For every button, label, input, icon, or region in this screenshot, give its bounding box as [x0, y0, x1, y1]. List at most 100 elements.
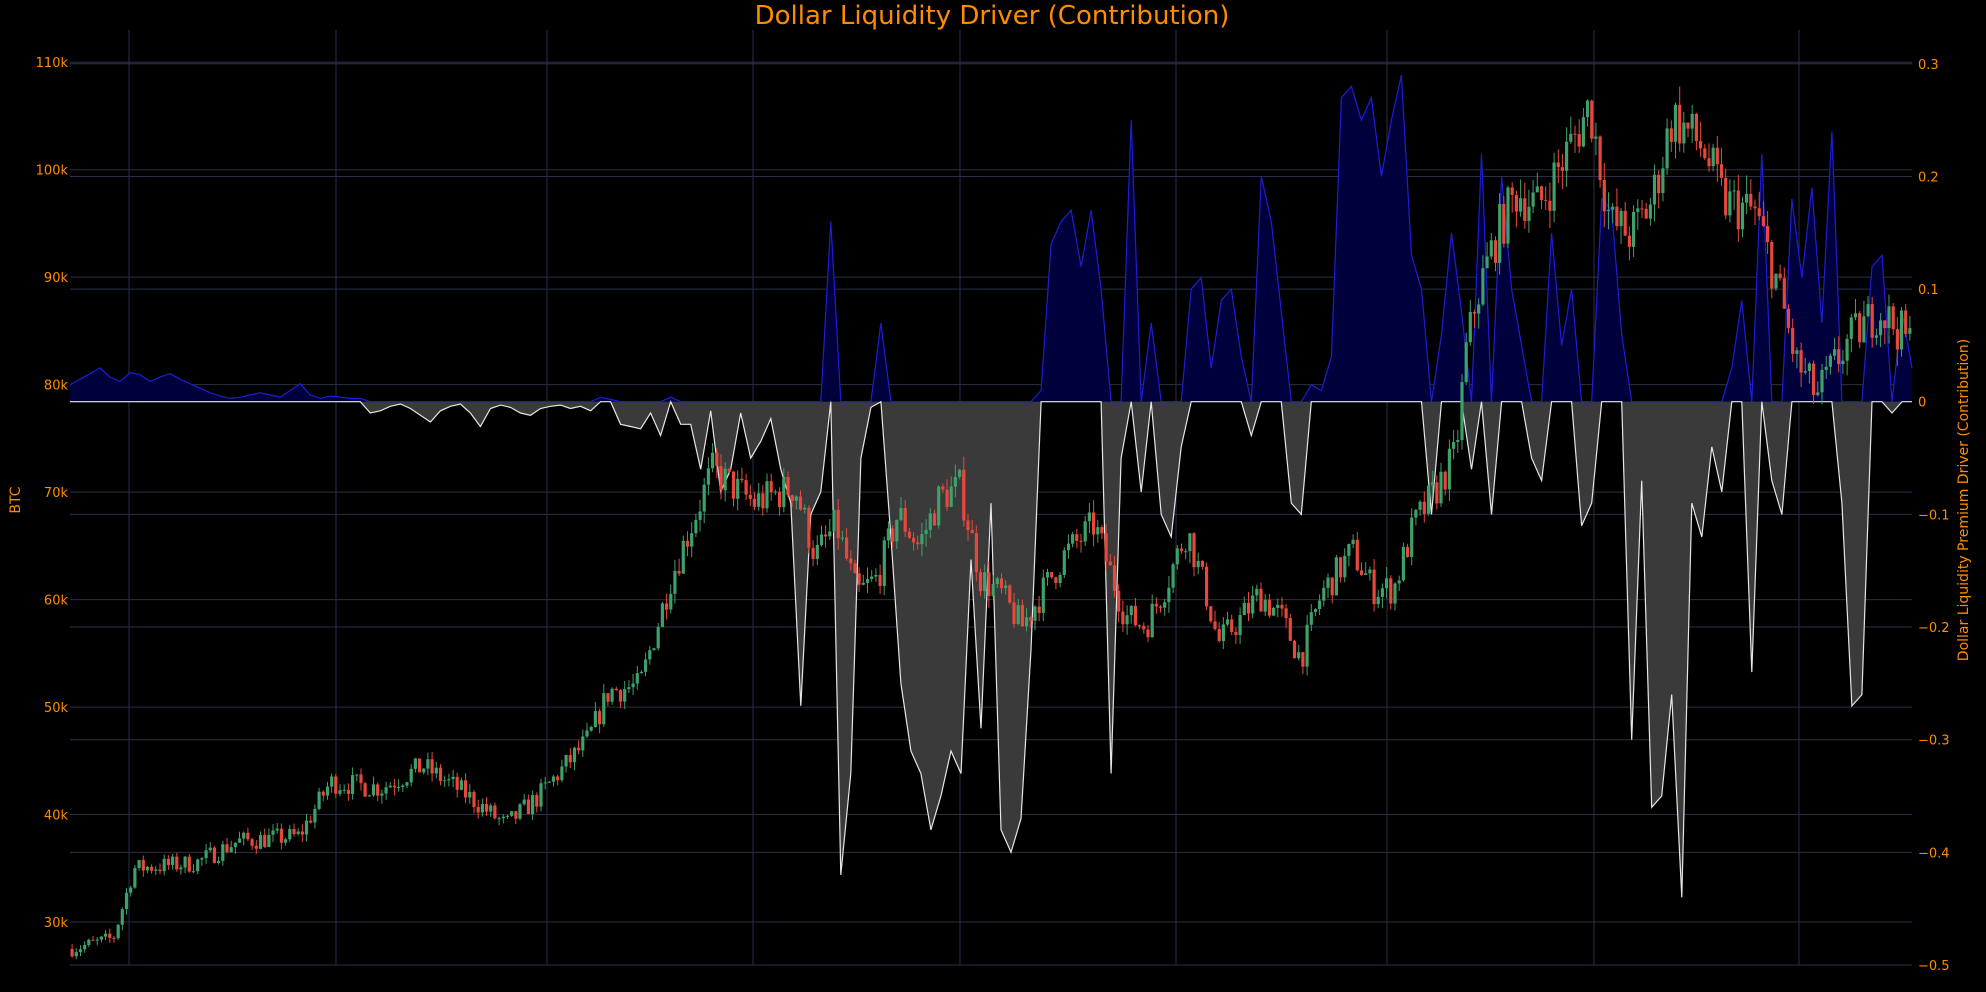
- candle-up: [1636, 208, 1640, 212]
- candle-down: [878, 575, 882, 586]
- candle-up: [434, 767, 438, 774]
- candle-down: [1523, 198, 1527, 221]
- candle-down: [1715, 147, 1719, 165]
- candle-up: [380, 793, 384, 796]
- candle-down: [1640, 208, 1644, 210]
- candle-down: [1669, 128, 1673, 142]
- candle-up: [1552, 162, 1556, 211]
- candle-up: [267, 834, 271, 847]
- candle-down: [1502, 203, 1506, 244]
- candle-up: [1845, 338, 1849, 361]
- candle-up: [296, 831, 300, 834]
- candle-down: [752, 498, 757, 507]
- candle-up: [497, 818, 501, 820]
- candle-up: [1632, 211, 1636, 247]
- candle-up: [1824, 366, 1828, 370]
- candle-up: [1481, 268, 1485, 305]
- candle-up: [702, 484, 706, 512]
- candle-up: [1221, 624, 1225, 642]
- candle-down: [811, 547, 815, 559]
- candle-down: [1154, 603, 1158, 607]
- candle-up: [1045, 572, 1050, 578]
- candle-down: [1012, 602, 1016, 624]
- candle-up: [1673, 104, 1678, 142]
- candle-up: [1565, 141, 1569, 171]
- candle-down: [1075, 534, 1079, 541]
- candle-down: [526, 799, 530, 814]
- candle-up: [1196, 560, 1200, 568]
- candle-up: [928, 513, 932, 530]
- candle-up: [832, 509, 836, 532]
- candle-down: [1284, 608, 1288, 618]
- candle-up: [95, 939, 99, 941]
- candle-up: [1276, 604, 1280, 608]
- candle-up: [367, 795, 371, 797]
- candle-down: [945, 489, 949, 507]
- candle-down: [715, 452, 719, 466]
- candle-up: [1468, 312, 1472, 343]
- candle-up: [547, 781, 551, 783]
- candle-up: [920, 534, 924, 545]
- candle-down: [1037, 606, 1041, 613]
- candle-up: [1313, 609, 1318, 613]
- candle-up: [1347, 544, 1351, 556]
- candle-up: [1853, 313, 1858, 318]
- candle-down: [1837, 349, 1841, 365]
- candle-up: [723, 468, 727, 491]
- candle-up: [1874, 335, 1878, 338]
- candle-up: [953, 476, 957, 487]
- candle-down: [1435, 482, 1439, 504]
- candle-down: [376, 784, 380, 796]
- candle-down: [786, 477, 790, 496]
- candle-up: [284, 839, 288, 843]
- candle-down: [916, 542, 920, 545]
- right-tick-label: −0.1: [1918, 508, 1950, 523]
- candle-up: [99, 936, 103, 940]
- candle-up: [200, 858, 204, 860]
- candle-down: [744, 480, 748, 495]
- left-tick-label: 90k: [44, 271, 69, 286]
- candle-up: [1263, 599, 1267, 612]
- right-tick-label: −0.3: [1918, 734, 1950, 749]
- candle-up: [828, 531, 832, 537]
- candle-up: [413, 758, 417, 769]
- candle-up: [120, 909, 124, 925]
- candle-up: [899, 508, 903, 521]
- candle-up: [1535, 186, 1539, 193]
- candle-down: [112, 937, 116, 939]
- candle-up: [673, 571, 677, 594]
- candle-up: [1611, 206, 1615, 210]
- candle-up: [861, 582, 865, 585]
- candle-down: [962, 469, 966, 521]
- candle-up: [1062, 550, 1066, 575]
- candle-up: [1464, 342, 1468, 383]
- candle-up: [660, 603, 664, 627]
- candle-up: [757, 493, 761, 507]
- candle-up: [1418, 501, 1422, 510]
- candle-up: [1309, 612, 1313, 625]
- candle-down: [1753, 206, 1757, 209]
- candle-down: [1209, 606, 1213, 622]
- candle-down: [1678, 104, 1682, 144]
- candle-up: [238, 838, 242, 843]
- candle-down: [1280, 604, 1284, 609]
- candle-down: [1644, 208, 1648, 219]
- candle-down: [974, 533, 978, 573]
- candle-down: [472, 791, 476, 807]
- candle-up: [1652, 174, 1657, 205]
- candle-up: [1272, 608, 1276, 616]
- candle-down: [1770, 242, 1774, 289]
- candle-up: [1025, 617, 1029, 627]
- candle-up: [171, 856, 175, 865]
- candle-down: [1749, 193, 1753, 207]
- candle-down: [1548, 200, 1552, 211]
- candle-up: [1606, 209, 1611, 212]
- candle-down: [108, 933, 112, 938]
- candle-up: [585, 730, 589, 737]
- candle-up: [694, 519, 698, 534]
- candle-up: [275, 828, 279, 831]
- candle-down: [966, 520, 970, 530]
- candle-down: [175, 856, 179, 870]
- candle-up: [518, 804, 522, 819]
- candle-up: [874, 575, 878, 577]
